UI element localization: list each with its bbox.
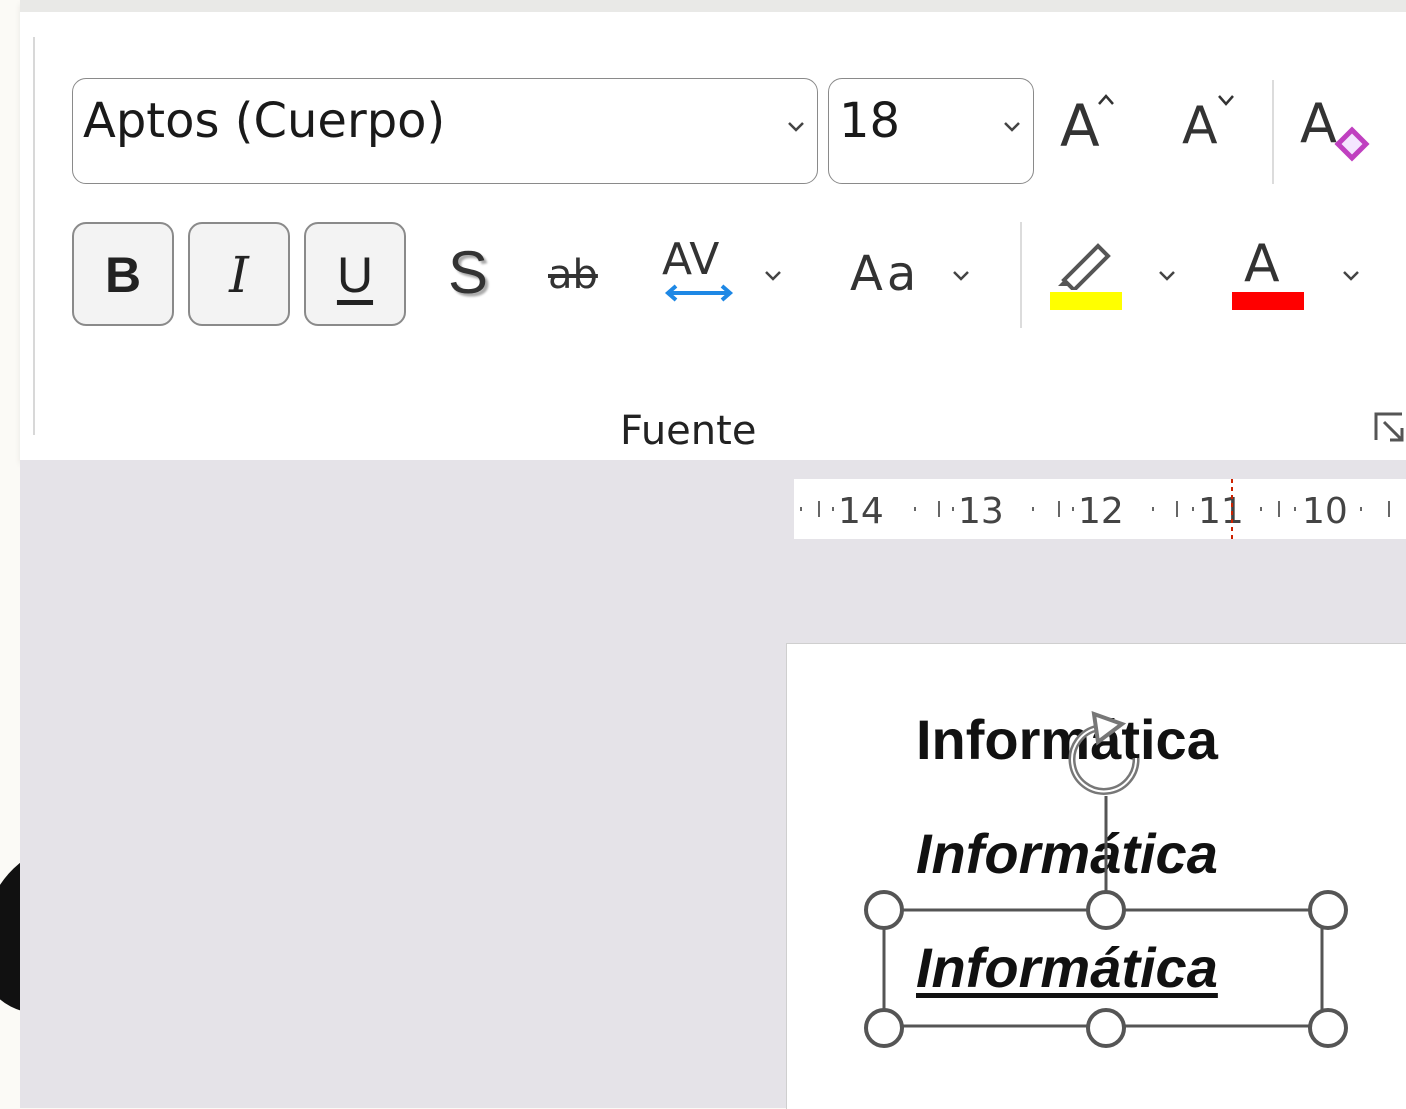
font-color-button[interactable]: A — [1230, 234, 1306, 314]
text-shadow-button[interactable]: S — [448, 238, 498, 308]
chevron-down-icon[interactable] — [1340, 264, 1362, 286]
clear-formatting-icon[interactable]: A — [1300, 92, 1380, 168]
chevron-down-icon[interactable] — [1156, 264, 1178, 286]
font-name-value: Aptos (Cuerpo) — [83, 93, 446, 149]
highlighter-pen-icon — [1058, 243, 1111, 293]
shrink-font-icon[interactable]: A — [1182, 92, 1242, 162]
font-size-value: 18 — [839, 93, 901, 149]
ruler-tick-label: 14 — [838, 491, 884, 532]
highlight-color-button[interactable] — [1048, 234, 1124, 314]
chevron-down-icon[interactable] — [950, 264, 972, 286]
strikethrough-button[interactable]: ab — [548, 252, 618, 308]
horizontal-ruler[interactable]: 14 13 12 11 10 — [794, 479, 1406, 539]
ribbon-separator — [1020, 222, 1022, 328]
chevron-down-icon[interactable] — [785, 115, 807, 137]
ruler-tick-label: 12 — [1078, 491, 1124, 532]
ribbon-font-group: Aptos (Cuerpo) 18 A A A B I U S ab AV Aa… — [20, 0, 1406, 460]
ribbon-separator — [1272, 80, 1274, 184]
ribbon-divider — [33, 37, 35, 435]
character-spacing-button[interactable]: AV — [662, 234, 742, 314]
font-name-combobox[interactable]: Aptos (Cuerpo) — [72, 78, 818, 184]
ruler-tick-label: 13 — [958, 491, 1004, 532]
italic-button[interactable]: I — [188, 222, 290, 326]
ruler-tick-label: 10 — [1302, 491, 1348, 532]
chevron-down-icon[interactable] — [762, 264, 784, 286]
grow-font-icon[interactable]: A — [1060, 92, 1120, 162]
font-size-combobox[interactable]: 18 — [828, 78, 1034, 184]
resize-handles[interactable] — [864, 890, 1348, 1048]
underline-button[interactable]: U — [304, 222, 406, 326]
double-arrow-icon — [664, 284, 734, 302]
rotate-handle-icon[interactable] — [1068, 711, 1140, 795]
group-label: Fuente — [620, 408, 757, 454]
dialog-launcher-icon[interactable] — [1372, 410, 1406, 444]
change-case-button[interactable]: Aa — [850, 246, 940, 306]
bold-button[interactable]: B — [72, 222, 174, 326]
selection-frame[interactable] — [850, 700, 1370, 1080]
font-color-swatch — [1232, 292, 1304, 310]
ruler-tick-label: 11 — [1198, 491, 1244, 532]
chevron-down-icon[interactable] — [1001, 115, 1023, 137]
highlight-swatch — [1050, 292, 1122, 310]
